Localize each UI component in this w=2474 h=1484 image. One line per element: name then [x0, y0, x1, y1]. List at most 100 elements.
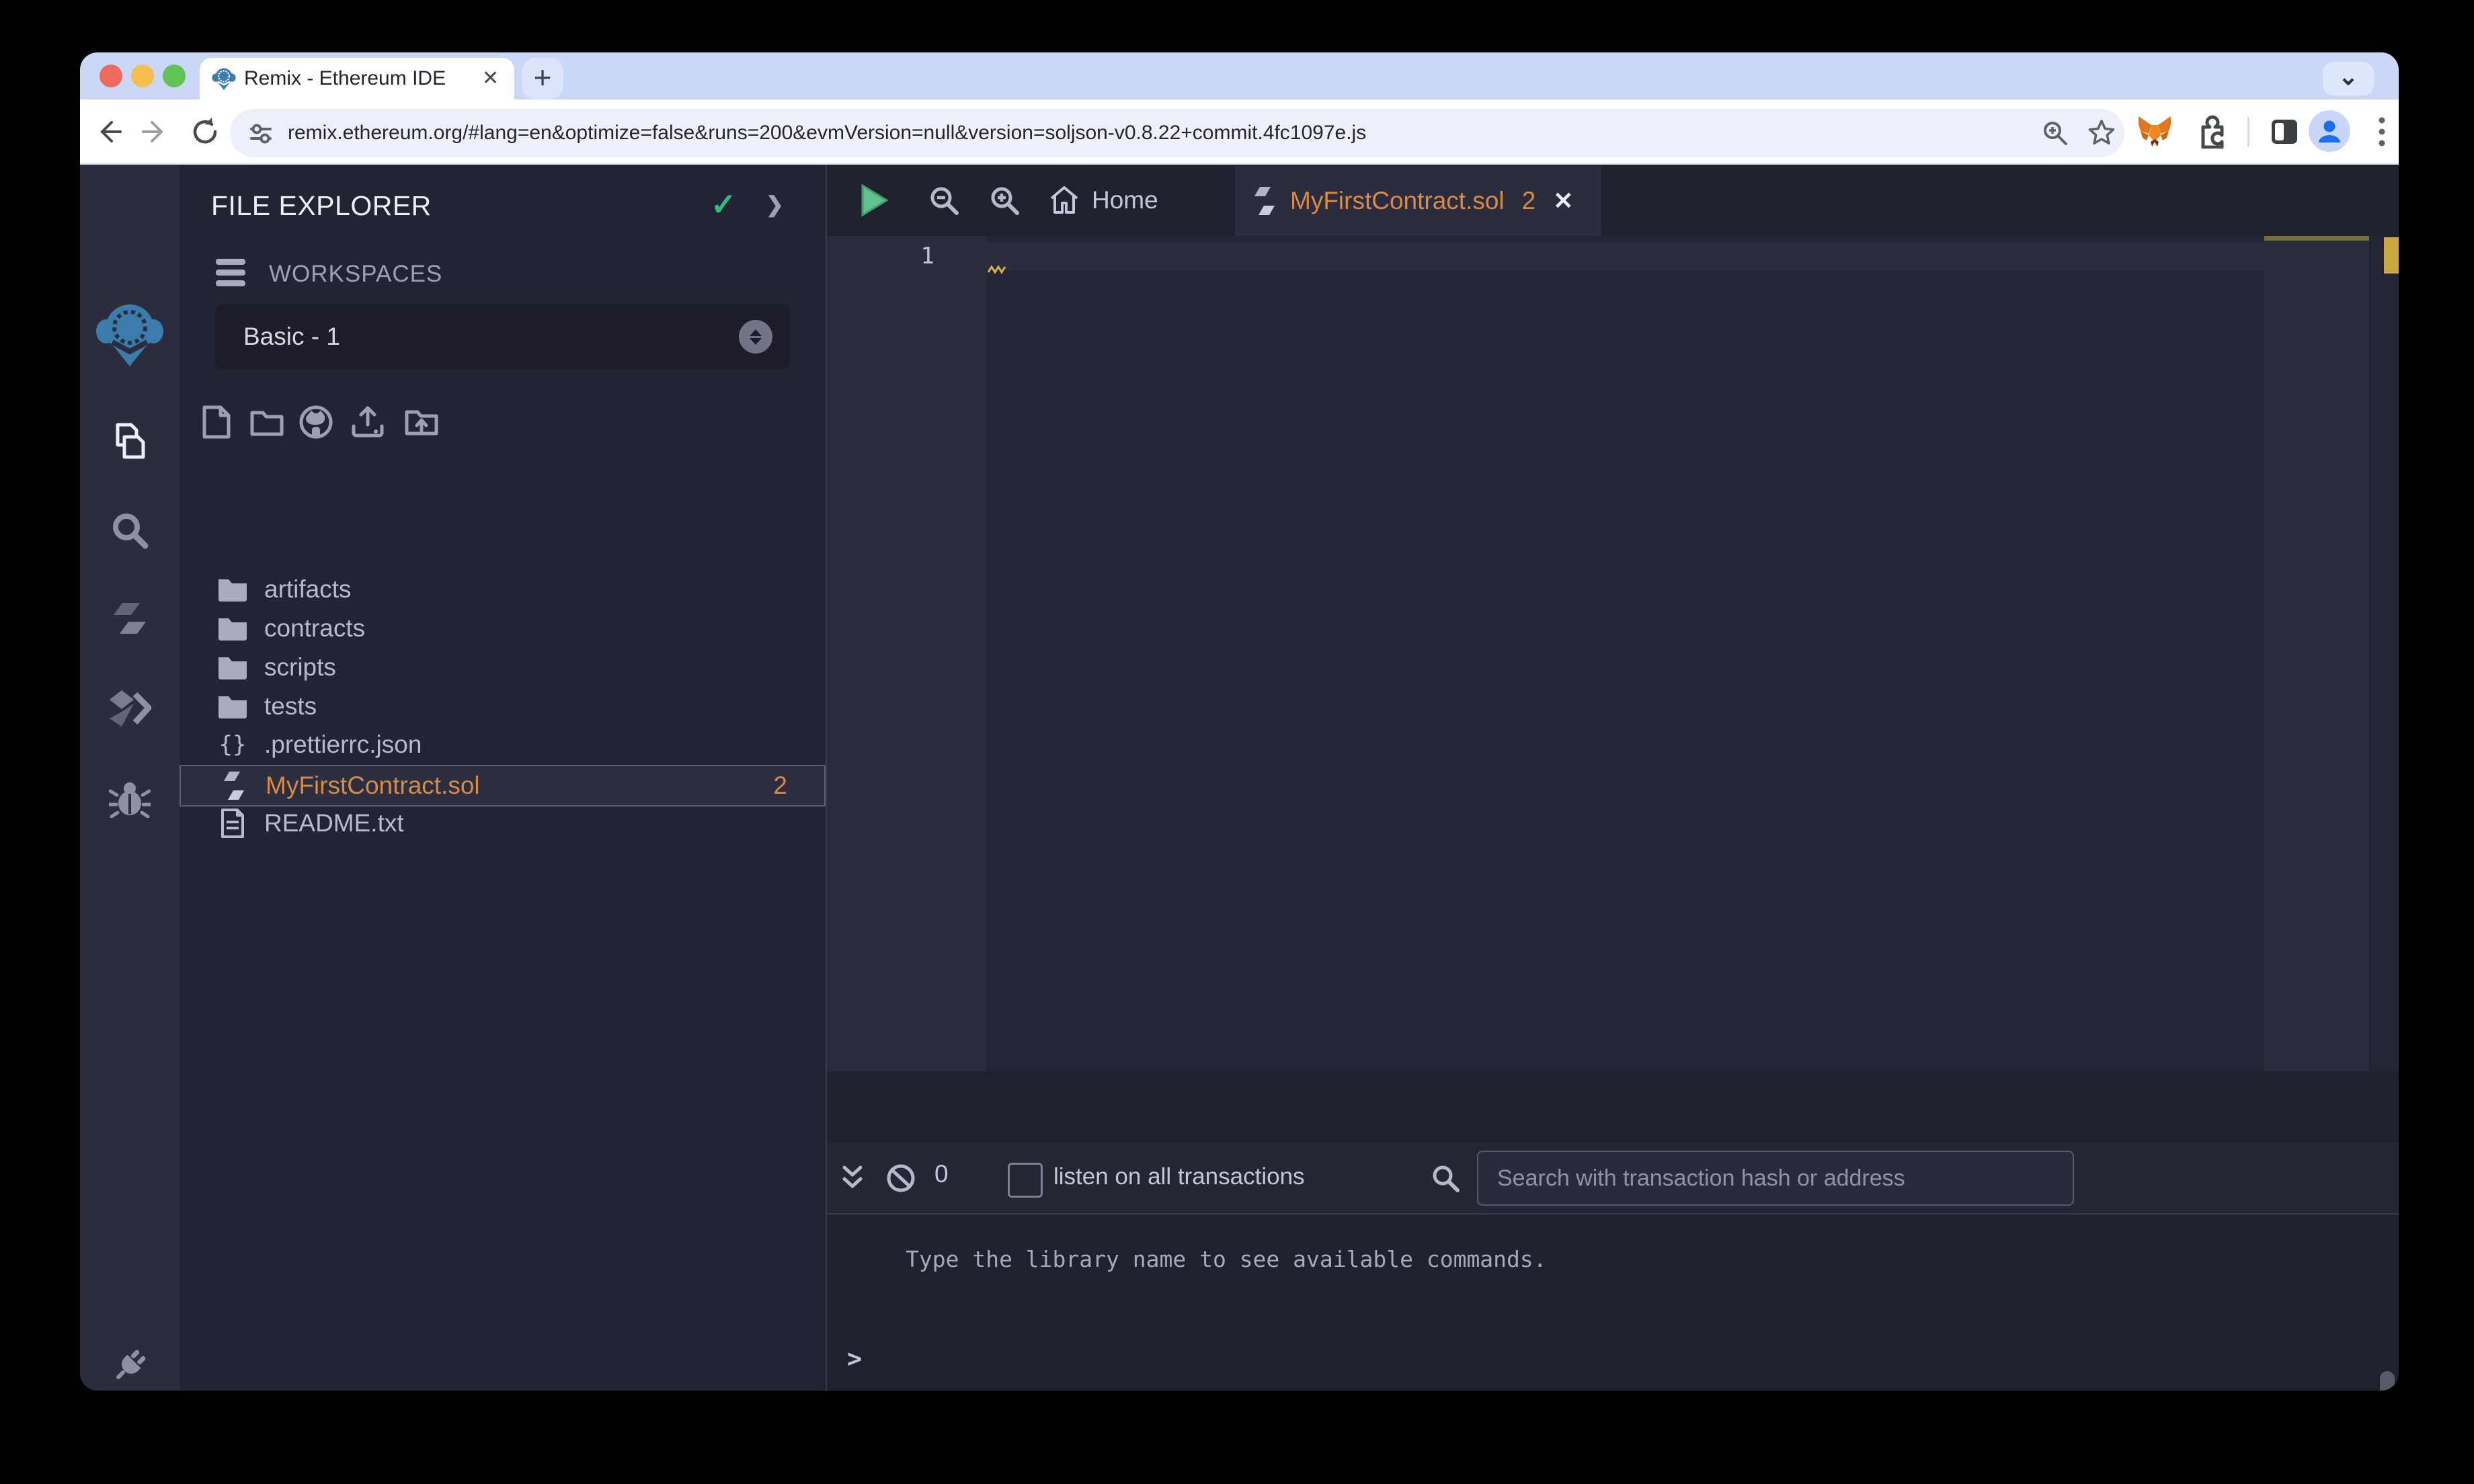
- kebab-menu-icon[interactable]: [2360, 99, 2399, 163]
- tab-search-chevron-icon[interactable]: ⌄: [2323, 62, 2374, 95]
- upload-file-icon[interactable]: [350, 405, 385, 440]
- file-name: MyFirstContract.sol: [266, 772, 480, 799]
- bookmark-star-icon[interactable]: [2087, 118, 2116, 148]
- panel-title: FILE EXPLORER: [211, 190, 432, 221]
- tab-label: MyFirstContract.sol: [1290, 187, 1505, 214]
- line-number-gutter: 1: [827, 236, 986, 1071]
- editor-zoom-out-icon[interactable]: [910, 183, 977, 217]
- file-name: artifacts: [264, 575, 352, 603]
- tab-problems-badge: 2: [1521, 187, 1536, 214]
- line-number: 1: [920, 243, 934, 270]
- tree-row-folder[interactable]: contracts: [179, 609, 823, 648]
- folder-icon: [216, 655, 249, 680]
- terminal-panel: 0 listen on all transactions Type the li…: [826, 1143, 2399, 1391]
- problems-badge: 2: [773, 772, 787, 799]
- tree-row-file-selected[interactable]: MyFirstContract.sol 2: [179, 765, 826, 807]
- minimap[interactable]: [2264, 236, 2369, 1071]
- block-transactions-icon[interactable]: [881, 1161, 921, 1195]
- workspace-select-caret-icon: [739, 320, 772, 354]
- new-folder-icon[interactable]: [249, 405, 284, 440]
- tree-row-file[interactable]: {} .prettierrc.json: [179, 725, 823, 764]
- new-file-icon[interactable]: [199, 405, 234, 440]
- tab-myfirstcontract[interactable]: MyFirstContract.sol 2 ✕: [1235, 166, 1601, 236]
- remix-logo[interactable]: [80, 300, 179, 368]
- reload-icon[interactable]: [186, 99, 224, 163]
- tree-row-file[interactable]: README.txt: [179, 804, 823, 843]
- tab-close-icon[interactable]: ✕: [1553, 187, 1573, 215]
- json-braces-icon: {}: [218, 731, 247, 758]
- file-explorer-panel: FILE EXPLORER ✓ ❯ WORKSPACES Basic - 1 a…: [179, 165, 826, 1391]
- tab-strip: Remix - Ethereum IDE ✕ + ⌄: [80, 52, 2399, 99]
- folder-icon: [216, 577, 249, 602]
- terminal-output[interactable]: Type the library name to see available c…: [827, 1214, 2399, 1391]
- debugger-icon[interactable]: [80, 779, 179, 818]
- profile-avatar[interactable]: [2309, 110, 2350, 152]
- site-settings-icon[interactable]: [247, 120, 274, 147]
- check-icon[interactable]: ✓: [711, 186, 737, 222]
- tree-row-folder[interactable]: artifacts: [179, 570, 823, 609]
- zoom-icon[interactable]: [2041, 119, 2069, 147]
- metamask-fox-icon[interactable]: [2133, 99, 2176, 163]
- clone-github-icon[interactable]: [298, 405, 333, 440]
- terminal-prompt[interactable]: >: [847, 1344, 862, 1373]
- tab-close-icon[interactable]: ✕: [482, 58, 499, 99]
- transaction-count: 0: [934, 1160, 949, 1188]
- collapse-double-chevron-icon[interactable]: [832, 1161, 873, 1195]
- solidity-file-icon: [218, 770, 250, 801]
- editor-zoom-in-icon[interactable]: [971, 183, 1038, 217]
- terminal-search-icon: [1425, 1161, 1466, 1195]
- toolbar-divider: [2247, 117, 2249, 147]
- browser-toolbar: remix.ethereum.org/#lang=en&optimize=fal…: [80, 99, 2399, 165]
- tab-label: Home: [1092, 186, 1158, 214]
- icon-rail: [80, 165, 179, 1391]
- listen-label[interactable]: listen on all transactions: [1053, 1163, 1305, 1190]
- file-explorer-icon[interactable]: [80, 421, 179, 461]
- minimap-warning-marker: [2264, 236, 2369, 241]
- warning-squiggle: [988, 265, 1006, 274]
- tree-row-folder[interactable]: tests: [179, 687, 823, 726]
- solidity-file-icon: [1254, 187, 1275, 215]
- remix-favicon-icon: [212, 68, 236, 90]
- terminal-help-text: Type the library name to see available c…: [906, 1246, 1547, 1272]
- url-bar[interactable]: remix.ethereum.org/#lang=en&optimize=fal…: [230, 109, 2124, 157]
- listen-checkbox[interactable]: [1008, 1163, 1043, 1198]
- deploy-run-icon[interactable]: [80, 689, 179, 728]
- back-arrow-icon[interactable]: [89, 99, 127, 163]
- workspace-selected-value: Basic - 1: [243, 323, 340, 350]
- home-icon: [1050, 186, 1078, 214]
- browser-window: Remix - Ethereum IDE ✕ + ⌄ remix.ethereu…: [80, 52, 2399, 1391]
- run-script-play-icon[interactable]: [840, 183, 908, 217]
- folder-icon: [216, 694, 249, 719]
- url-text[interactable]: remix.ethereum.org/#lang=en&optimize=fal…: [288, 109, 1366, 157]
- solidity-compiler-icon[interactable]: [80, 600, 179, 638]
- upload-folder-icon[interactable]: [404, 405, 439, 440]
- terminal-scrollbar-thumb[interactable]: [2380, 1371, 2395, 1391]
- file-name: contracts: [264, 614, 366, 642]
- forward-arrow-icon[interactable]: [136, 99, 174, 163]
- file-name: scripts: [264, 653, 336, 681]
- split-view-icon[interactable]: [2263, 99, 2306, 163]
- maximize-window-light[interactable]: [163, 65, 186, 87]
- file-name: .prettierrc.json: [264, 731, 422, 758]
- overview-ruler[interactable]: [2369, 236, 2399, 1071]
- tab-home[interactable]: Home: [1049, 165, 1158, 236]
- code-editor[interactable]: [986, 236, 2264, 1071]
- new-tab-button[interactable]: +: [522, 58, 563, 99]
- workspaces-label: WORKSPACES: [269, 261, 443, 287]
- chevron-right-icon[interactable]: ❯: [766, 192, 784, 217]
- transaction-search-input[interactable]: [1477, 1151, 2074, 1206]
- folder-icon: [216, 616, 249, 641]
- tab-title: Remix - Ethereum IDE: [244, 67, 446, 89]
- minimize-window-light[interactable]: [131, 65, 154, 87]
- workspaces-menu-icon[interactable]: [216, 259, 245, 287]
- search-icon[interactable]: [80, 510, 179, 550]
- browser-tab[interactable]: Remix - Ethereum IDE ✕: [200, 58, 514, 99]
- overview-warning-marker: [2384, 237, 2399, 274]
- text-file-icon: [216, 809, 249, 838]
- plugin-manager-icon[interactable]: [80, 1345, 179, 1387]
- workspace-select[interactable]: Basic - 1: [215, 304, 790, 369]
- tree-row-folder[interactable]: scripts: [179, 648, 823, 687]
- current-line-highlight: [986, 242, 2264, 270]
- close-window-light[interactable]: [99, 65, 122, 87]
- extensions-puzzle-icon[interactable]: [2190, 99, 2233, 163]
